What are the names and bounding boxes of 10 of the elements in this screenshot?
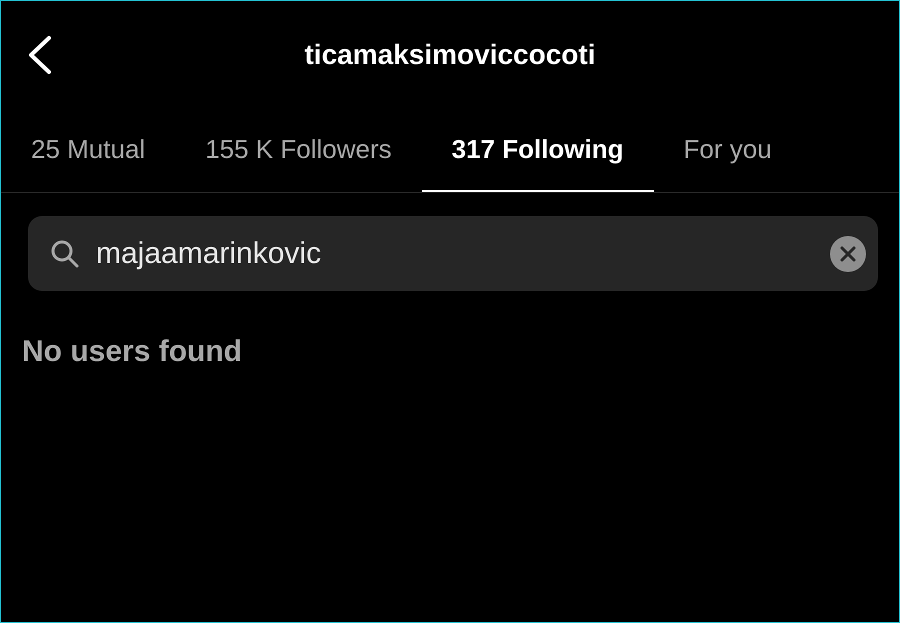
tab[interactable]: 317 Following (422, 109, 654, 192)
search-icon (50, 238, 80, 268)
tab[interactable]: 25 Mutual (1, 109, 176, 192)
search-field[interactable]: majaamarinkovic (28, 216, 878, 291)
clear-icon[interactable] (830, 236, 866, 272)
tab[interactable]: 155 K Followers (175, 109, 422, 192)
profile-username: ticamaksimoviccocoti (304, 39, 596, 71)
tab[interactable]: For you (654, 109, 802, 192)
search-text: majaamarinkovic (96, 236, 322, 270)
empty-message: No users found (22, 335, 244, 369)
